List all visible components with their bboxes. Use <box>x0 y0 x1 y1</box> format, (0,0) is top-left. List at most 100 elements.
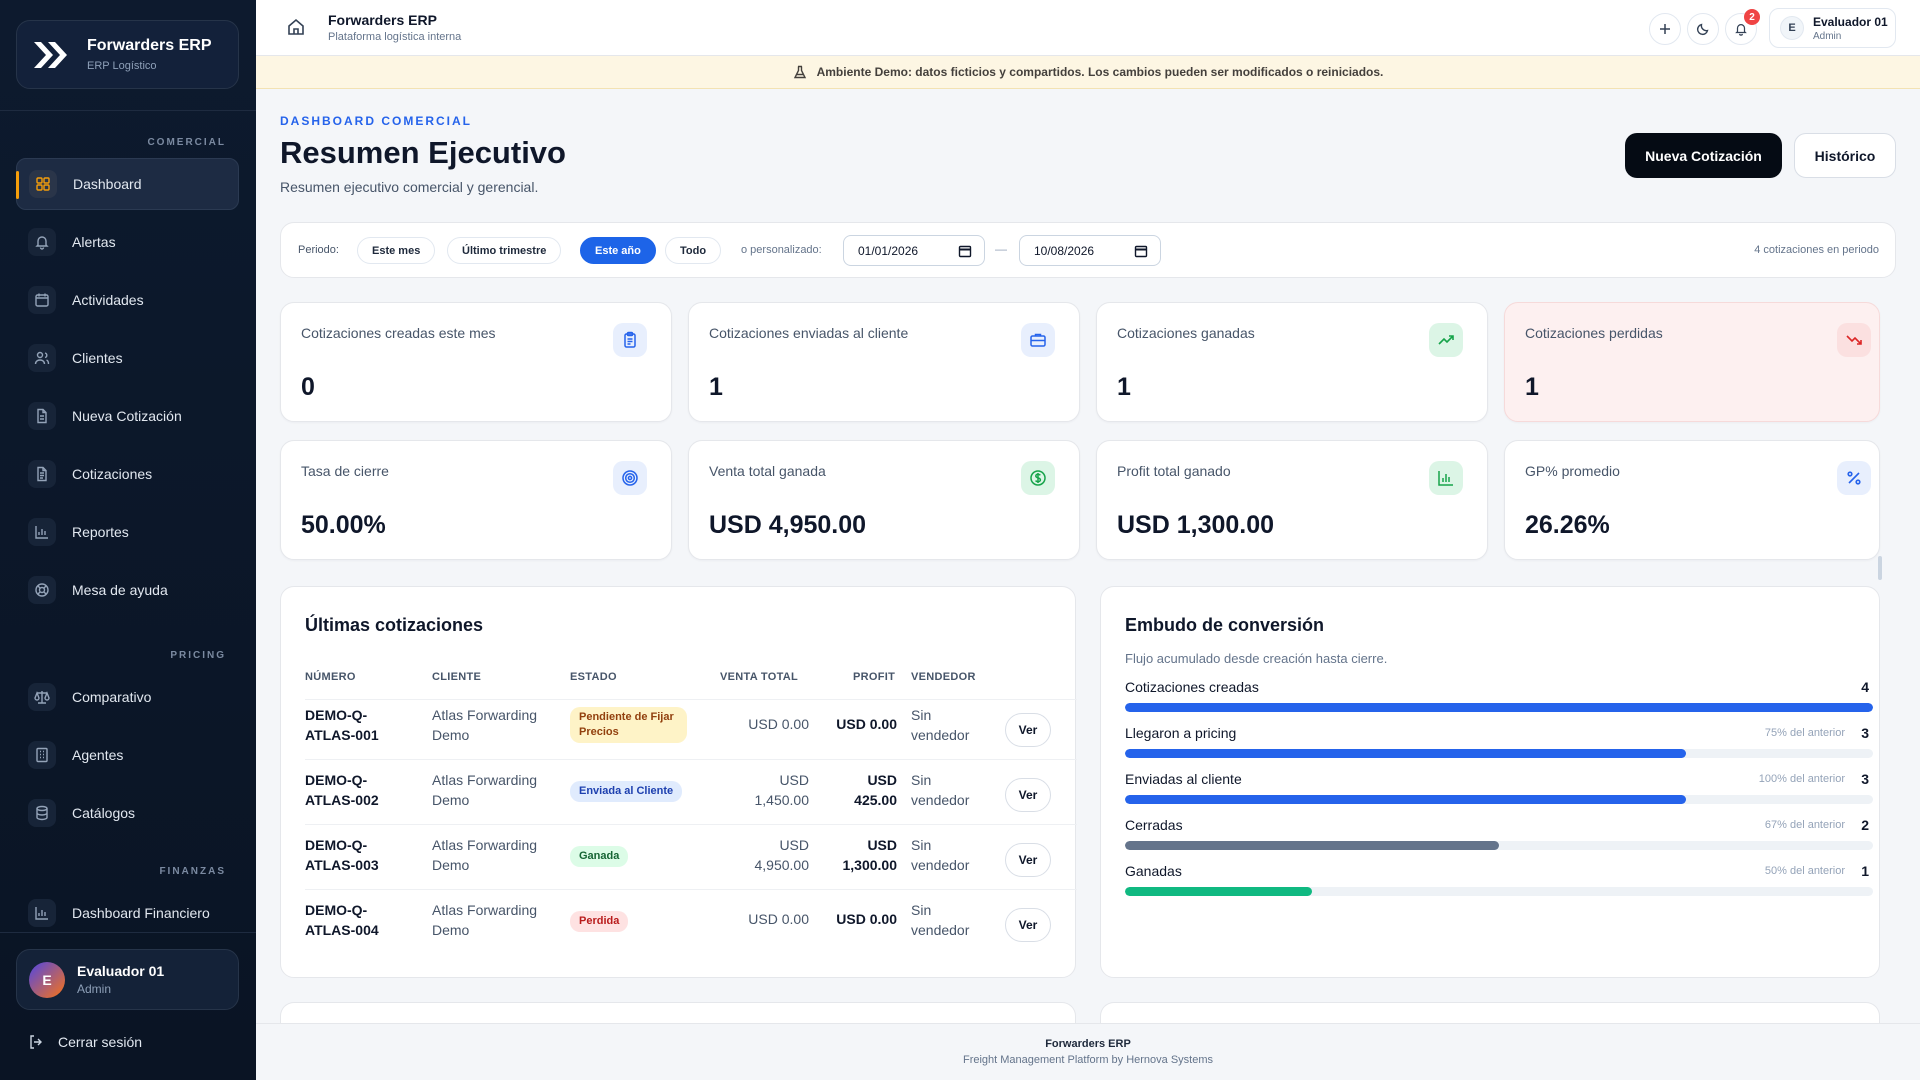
footer: Forwarders ERP Freight Management Platfo… <box>256 1023 1920 1080</box>
funnel-stage-label: Enviadas al cliente <box>1125 771 1242 787</box>
status-badge: Perdida <box>570 911 629 932</box>
history-button[interactable]: Histórico <box>1794 133 1896 178</box>
kpi-label: GP% promedio <box>1525 463 1620 479</box>
notifications-button[interactable]: 2 <box>1725 9 1760 45</box>
header-title: Forwarders ERP <box>328 12 437 28</box>
header-user-menu[interactable]: E Evaluador 01 Admin <box>1769 8 1896 48</box>
funnel-stage-label: Cotizaciones creadas <box>1125 679 1259 695</box>
sidebar-item-actividades[interactable]: Actividades <box>16 274 239 326</box>
sidebar-divider <box>0 110 256 111</box>
quote-client: Atlas Forwarding Demo <box>432 837 538 873</box>
sidebar-item-mesa-de-ayuda[interactable]: Mesa de ayuda <box>16 564 239 616</box>
column-header-sale: VENTA TOTAL <box>720 671 799 683</box>
add-button[interactable] <box>1649 13 1681 45</box>
date-range-separator: — <box>995 242 1007 256</box>
quote-profit: USD 0.00 <box>836 911 897 927</box>
funnel-stage-label: Cerradas <box>1125 817 1183 833</box>
sidebar-item-label: Cotizaciones <box>72 466 153 482</box>
new-quote-button[interactable]: Nueva Cotización <box>1625 133 1782 178</box>
funnel-stage-label: Ganadas <box>1125 863 1182 879</box>
funnel-subtitle: Flujo acumulado desde creación hasta cie… <box>1125 651 1388 666</box>
database-icon <box>28 799 56 827</box>
quote-seller: Sin vendedor <box>911 902 970 938</box>
date-from-input[interactable]: 01/01/2026 <box>843 235 985 266</box>
quote-number[interactable]: DEMO-Q- ATLAS-002 <box>305 770 379 810</box>
kpi-card-created: Cotizaciones creadas este mes 0 <box>280 302 672 422</box>
period-option-este-mes[interactable]: Este mes <box>357 237 436 264</box>
sidebar-user-name: Evaluador 01 <box>77 963 165 979</box>
kpi-label: Cotizaciones creadas este mes <box>301 325 496 341</box>
footer-title: Forwarders ERP <box>1045 1038 1131 1050</box>
quote-profit: USD 425.00 <box>854 772 897 808</box>
sidebar-user-card[interactable]: E Evaluador 01 Admin <box>16 949 239 1010</box>
kpi-value: 0 <box>301 373 315 401</box>
plus-icon <box>1660 24 1670 34</box>
scale-icon <box>28 683 56 711</box>
kpi-card-lost: Cotizaciones perdidas 1 <box>1504 302 1880 422</box>
period-option-este-ano[interactable]: Este año <box>580 237 656 264</box>
funnel-stage-bar <box>1125 703 1873 712</box>
briefcase-icon <box>1021 323 1055 357</box>
header-user-role: Admin <box>1813 30 1842 42</box>
brand-title: Forwarders ERP <box>87 37 212 54</box>
kpi-value: 26.26% <box>1525 511 1610 539</box>
kpi-card-won: Cotizaciones ganadas 1 <box>1096 302 1488 422</box>
quote-number[interactable]: DEMO-Q- ATLAS-004 <box>305 900 379 940</box>
period-option-ultimo-trimestre[interactable]: Último trimestre <box>447 237 562 264</box>
view-quote-button[interactable]: Ver <box>1005 843 1051 877</box>
funnel-stage-track <box>1125 887 1873 896</box>
quote-number[interactable]: DEMO-Q- ATLAS-001 <box>305 705 379 745</box>
sidebar-user-role: Admin <box>77 982 112 996</box>
date-from-value: 01/01/2026 <box>858 243 919 258</box>
page-title: Resumen Ejecutivo <box>280 135 566 170</box>
trending-down-icon <box>1837 323 1871 357</box>
avatar: E <box>29 961 65 998</box>
funnel-stage-count: 3 <box>1861 771 1869 787</box>
section-finanzas: FINANZAS <box>159 866 226 877</box>
funnel-title: Embudo de conversión <box>1125 615 1325 635</box>
kpi-value: USD 1,300.00 <box>1117 511 1275 539</box>
file-text-icon <box>28 460 56 488</box>
sidebar-item-nueva-cotizacion[interactable]: Nueva Cotización <box>16 390 239 442</box>
demo-banner-text: Ambiente Demo: datos ficticios y compart… <box>816 65 1384 79</box>
logout-button[interactable]: Cerrar sesión <box>28 1034 142 1050</box>
view-quote-button[interactable]: Ver <box>1005 908 1051 942</box>
date-to-input[interactable]: 10/08/2026 <box>1019 235 1161 266</box>
column-header-number: NÚMERO <box>305 671 356 683</box>
sidebar-item-agentes[interactable]: Agentes <box>16 729 239 781</box>
scrollbar-thumb[interactable] <box>1878 556 1882 580</box>
theme-toggle-button[interactable] <box>1687 13 1719 45</box>
kpi-card-total-sales: Venta total ganada USD 4,950.00 <box>688 440 1080 560</box>
footer-subtitle: Freight Management Platform by Hernova S… <box>962 1054 1214 1066</box>
sidebar-item-reportes[interactable]: Reportes <box>16 506 239 558</box>
sidebar-item-clientes[interactable]: Clientes <box>16 332 239 384</box>
funnel-stage-label: Llegaron a pricing <box>1125 725 1237 741</box>
view-quote-button[interactable]: Ver <box>1005 713 1051 747</box>
brand-card[interactable]: Forwarders ERP ERP Logístico <box>16 20 239 89</box>
sidebar-item-catalogos[interactable]: Catálogos <box>16 787 239 839</box>
funnel-stage-percent: 50% del anterior <box>1764 865 1845 877</box>
custom-range-label: o personalizado: <box>741 244 822 256</box>
view-quote-button[interactable]: Ver <box>1005 778 1051 812</box>
percent-icon <box>1837 461 1871 495</box>
sidebar-item-label: Mesa de ayuda <box>72 582 168 598</box>
logout-label: Cerrar sesión <box>58 1034 143 1050</box>
quote-number[interactable]: DEMO-Q- ATLAS-003 <box>305 835 379 875</box>
quote-client: Atlas Forwarding Demo <box>432 902 538 938</box>
column-header-status: ESTADO <box>570 671 617 683</box>
date-to-value: 10/08/2026 <box>1034 243 1095 258</box>
column-header-seller: VENDEDOR <box>911 671 976 683</box>
kpi-value: 1 <box>1525 373 1539 401</box>
quote-client: Atlas Forwarding Demo <box>432 772 538 808</box>
column-header-client: CLIENTE <box>432 671 482 683</box>
sidebar-item-dashboard[interactable]: Dashboard <box>16 158 239 210</box>
home-icon[interactable] <box>286 17 306 42</box>
sidebar-item-cotizaciones[interactable]: Cotizaciones <box>16 448 239 500</box>
kpi-card-close-rate: Tasa de cierre 50.00% <box>280 440 672 560</box>
sidebar: Forwarders ERP ERP Logístico COMERCIAL D… <box>0 0 256 1080</box>
kpi-card-gp-average: GP% promedio 26.26% <box>1504 440 1880 560</box>
bell-icon <box>1735 24 1747 36</box>
period-option-todo[interactable]: Todo <box>665 237 722 264</box>
sidebar-item-comparativo[interactable]: Comparativo <box>16 671 239 723</box>
sidebar-item-alertas[interactable]: Alertas <box>16 216 239 268</box>
